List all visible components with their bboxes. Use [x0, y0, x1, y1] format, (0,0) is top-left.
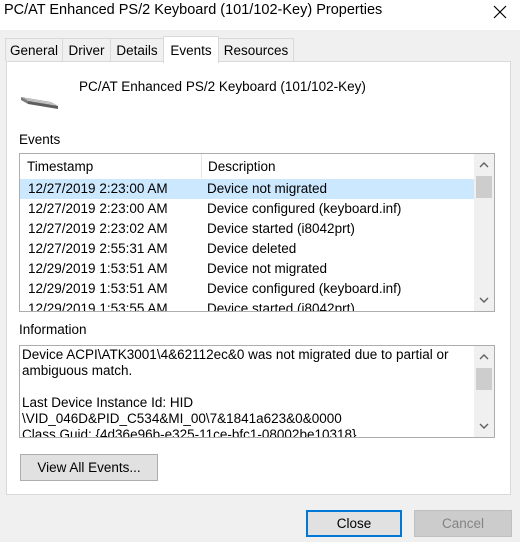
scroll-up-icon[interactable]: [474, 156, 494, 174]
row-description: Device started (i8042prt): [207, 301, 355, 312]
information-label: Information: [19, 322, 87, 337]
scroll-thumb[interactable]: [476, 176, 492, 198]
tab-details[interactable]: Details: [110, 38, 164, 61]
events-scrollbar[interactable]: [474, 154, 494, 311]
device-name: PC/AT Enhanced PS/2 Keyboard (101/102-Ke…: [79, 79, 366, 94]
table-row[interactable]: 12/27/2019 2:23:00 AM Device configured …: [20, 199, 475, 219]
row-description: Device deleted: [207, 241, 297, 256]
view-all-events-button[interactable]: View All Events...: [20, 454, 158, 481]
scroll-down-icon[interactable]: [474, 291, 494, 309]
table-row[interactable]: 12/29/2019 1:53:51 AM Device configured …: [20, 279, 475, 299]
table-row[interactable]: 12/27/2019 2:23:02 AM Device started (i8…: [20, 219, 475, 239]
row-timestamp: 12/27/2019 2:23:00 AM: [28, 201, 168, 216]
tab-driver[interactable]: Driver: [62, 38, 111, 61]
row-timestamp: 12/27/2019 2:23:00 AM: [28, 181, 168, 196]
row-timestamp: 12/29/2019 1:53:51 AM: [28, 281, 168, 296]
keyboard-icon: [18, 88, 60, 112]
row-timestamp: 12/27/2019 2:23:02 AM: [28, 221, 168, 236]
tab-strip: General Driver Details Events Resources: [0, 36, 520, 63]
column-header-description[interactable]: Description: [201, 154, 475, 178]
scroll-down-icon[interactable]: [474, 417, 494, 435]
row-timestamp: 12/29/2019 1:53:55 AM: [28, 301, 168, 312]
information-scrollbar[interactable]: [474, 346, 494, 437]
close-icon[interactable]: [484, 0, 516, 24]
close-button[interactable]: Close: [306, 510, 402, 537]
row-description: Device configured (keyboard.inf): [207, 201, 402, 216]
information-textbox[interactable]: Device ACPI\ATK3001\4&62112ec&0 was not …: [19, 345, 495, 438]
tab-resources[interactable]: Resources: [218, 38, 294, 61]
cancel-button[interactable]: Cancel: [414, 510, 512, 537]
row-description: Device not migrated: [207, 181, 328, 196]
window-title: PC/AT Enhanced PS/2 Keyboard (101/102-Ke…: [4, 2, 383, 18]
row-timestamp: 12/27/2019 2:55:31 AM: [28, 241, 168, 256]
table-row[interactable]: 12/29/2019 1:53:51 AM Device not migrate…: [20, 259, 475, 279]
events-rows: 12/27/2019 2:23:00 AM Device not migrate…: [20, 179, 475, 312]
row-timestamp: 12/29/2019 1:53:51 AM: [28, 261, 168, 276]
row-description: Device configured (keyboard.inf): [207, 281, 402, 296]
row-description: Device started (i8042prt): [207, 221, 355, 236]
scroll-thumb[interactable]: [476, 368, 492, 390]
column-header-timestamp[interactable]: Timestamp: [20, 154, 201, 178]
tab-events[interactable]: Events: [163, 36, 219, 63]
events-list[interactable]: Timestamp Description 12/27/2019 2:23:00…: [19, 153, 495, 312]
table-row[interactable]: 12/27/2019 2:23:00 AM Device not migrate…: [20, 179, 475, 199]
information-text: Device ACPI\ATK3001\4&62112ec&0 was not …: [22, 347, 449, 438]
row-description: Device not migrated: [207, 261, 328, 276]
title-bar: PC/AT Enhanced PS/2 Keyboard (101/102-Ke…: [0, 0, 520, 30]
scroll-up-icon[interactable]: [474, 348, 494, 366]
events-label: Events: [19, 132, 61, 147]
table-row[interactable]: 12/29/2019 1:53:55 AM Device started (i8…: [20, 299, 475, 312]
table-row[interactable]: 12/27/2019 2:55:31 AM Device deleted: [20, 239, 475, 259]
tab-general[interactable]: General: [5, 38, 63, 61]
